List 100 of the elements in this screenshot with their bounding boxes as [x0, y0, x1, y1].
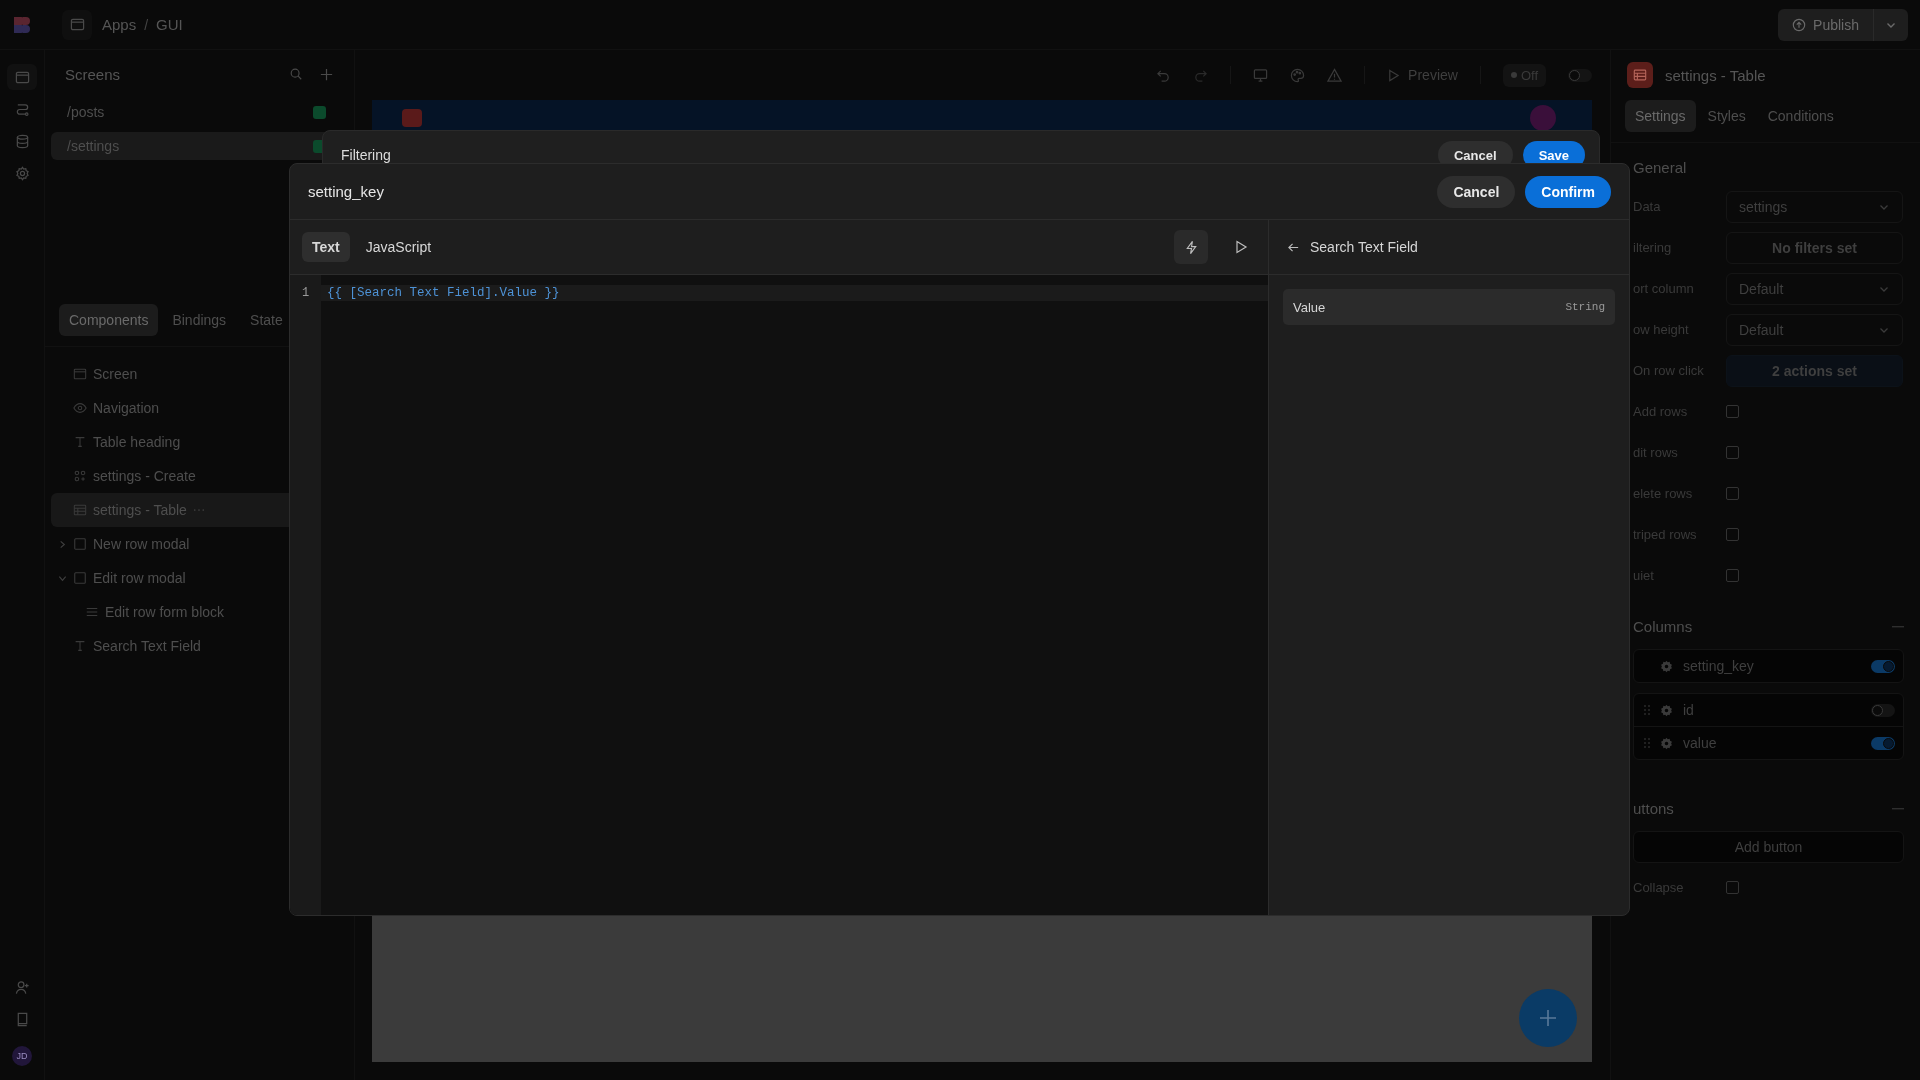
gear-icon[interactable] — [1660, 659, 1673, 673]
binding-option[interactable]: Value String — [1283, 289, 1615, 325]
component-icon — [73, 435, 87, 449]
component-icon — [73, 537, 87, 551]
tree-item[interactable]: New row modal — [51, 527, 344, 561]
run-icon[interactable] — [1234, 240, 1248, 254]
inspector-tab[interactable]: Conditions — [1757, 100, 1844, 132]
mode-tab[interactable]: Text — [302, 232, 350, 262]
add-button-button[interactable]: Add button — [1633, 831, 1904, 863]
gear-icon[interactable] — [1660, 703, 1673, 717]
column-row[interactable]: value — [1634, 726, 1903, 759]
section-title: uttons — [1633, 800, 1674, 817]
publish-button[interactable]: Publish — [1778, 8, 1874, 41]
panel-tab[interactable]: State — [240, 304, 293, 336]
tree-label: Screen — [93, 366, 138, 382]
cancel-button[interactable]: Cancel — [1437, 175, 1516, 208]
panel-title: Search Text Field — [1310, 239, 1418, 255]
screens-nav-button[interactable] — [7, 64, 37, 90]
inspector-title: settings - Table — [1665, 66, 1766, 84]
inspector-tab[interactable]: Settings — [1625, 100, 1696, 132]
dialog-title: Filtering — [341, 147, 391, 163]
sidebar-toggle-button[interactable] — [62, 9, 92, 40]
avatar-icon — [1530, 105, 1556, 131]
component-icon — [73, 571, 87, 585]
tree-item[interactable]: Navigation — [51, 391, 344, 425]
drag-handle-icon[interactable] — [1644, 705, 1650, 715]
tree-item[interactable]: settings - Create — [51, 459, 344, 493]
column-row[interactable]: setting_key — [1634, 650, 1903, 682]
component-icon — [73, 367, 87, 381]
tree-item[interactable]: Table heading — [51, 425, 344, 459]
component-icon — [73, 401, 87, 415]
component-icon — [73, 469, 87, 483]
route-icon — [14, 101, 30, 117]
checkbox[interactable] — [1726, 881, 1739, 894]
collapse-icon[interactable] — [1892, 807, 1904, 810]
component-icon — [85, 605, 99, 619]
panel-tab[interactable]: Bindings — [162, 304, 237, 336]
tree-label: Edit row form block — [105, 604, 225, 620]
breadcrumb-separator: / — [144, 16, 149, 33]
column-name: value — [1683, 735, 1718, 751]
plus-icon — [1538, 1008, 1558, 1028]
window-icon — [14, 69, 30, 85]
checkbox[interactable] — [1726, 569, 1739, 582]
tree-item[interactable]: Screen — [51, 357, 344, 391]
warning-icon[interactable] — [1327, 67, 1343, 83]
bindings-button[interactable] — [1174, 230, 1208, 264]
confirm-button[interactable]: Confirm — [1525, 175, 1611, 208]
tree-label: Search Text Field — [93, 638, 201, 654]
inspector-tab[interactable]: Styles — [1697, 100, 1756, 132]
status-square-icon — [313, 105, 326, 119]
tree-item[interactable]: Edit row modal — [51, 561, 344, 595]
breadcrumb-link[interactable]: GUI — [156, 16, 183, 33]
database-icon — [14, 133, 30, 149]
app-logo-icon — [402, 109, 422, 127]
window-icon — [69, 17, 85, 32]
mode-tab[interactable]: JavaScript — [355, 232, 442, 262]
field-type: String — [1565, 301, 1605, 313]
desktop-icon[interactable] — [1253, 67, 1269, 83]
panel-title: Screens — [65, 65, 121, 83]
play-icon — [1387, 68, 1401, 82]
breadcrumb-link[interactable]: Apps — [102, 16, 137, 33]
logo-icon — [12, 14, 32, 35]
tree-label: New row modal — [93, 536, 190, 552]
tree-item[interactable]: Edit row form block — [51, 595, 344, 629]
checkbox[interactable] — [1726, 446, 1739, 459]
toggle-switch[interactable] — [1871, 659, 1895, 673]
upload-icon — [1792, 17, 1807, 32]
column-name: id — [1683, 702, 1695, 718]
drag-handle-icon[interactable] — [1644, 738, 1650, 748]
checkbox[interactable] — [1726, 528, 1739, 541]
checkbox[interactable] — [1726, 487, 1739, 500]
dialog-title: setting_key — [308, 183, 384, 200]
tree-label: Edit row modal — [93, 570, 186, 586]
table-icon — [1633, 68, 1647, 82]
tree-label: Table heading — [93, 434, 181, 450]
line-number: 1 — [301, 285, 310, 301]
route-item[interactable]: /posts — [51, 98, 344, 126]
search-icon[interactable] — [289, 67, 303, 81]
toggle-switch[interactable] — [1568, 68, 1592, 82]
component-icon — [73, 503, 87, 517]
panel-tab[interactable]: Components — [59, 304, 159, 336]
field-name: Value — [1293, 299, 1326, 315]
checkbox[interactable] — [1726, 405, 1739, 418]
lightning-icon — [1183, 239, 1199, 255]
tree-item[interactable]: Search Text Field — [51, 629, 344, 663]
gear-icon[interactable] — [1660, 736, 1673, 750]
column-name: setting_key — [1683, 658, 1755, 674]
component-icon — [73, 639, 87, 653]
toggle-switch[interactable] — [1871, 703, 1895, 717]
toggle-switch[interactable] — [1871, 736, 1895, 750]
settings-icon — [14, 165, 30, 181]
section-title: General — [1633, 159, 1688, 176]
screen-route: /posts — [67, 104, 105, 120]
tree-label: Navigation — [93, 400, 160, 416]
tree-label: settings - Create — [93, 468, 196, 484]
palette-icon[interactable] — [1290, 67, 1306, 83]
column-row[interactable]: id — [1634, 694, 1903, 726]
collapse-icon[interactable] — [1892, 625, 1904, 628]
user-avatar[interactable]: JD — [12, 1046, 32, 1066]
add-icon[interactable] — [319, 66, 334, 82]
